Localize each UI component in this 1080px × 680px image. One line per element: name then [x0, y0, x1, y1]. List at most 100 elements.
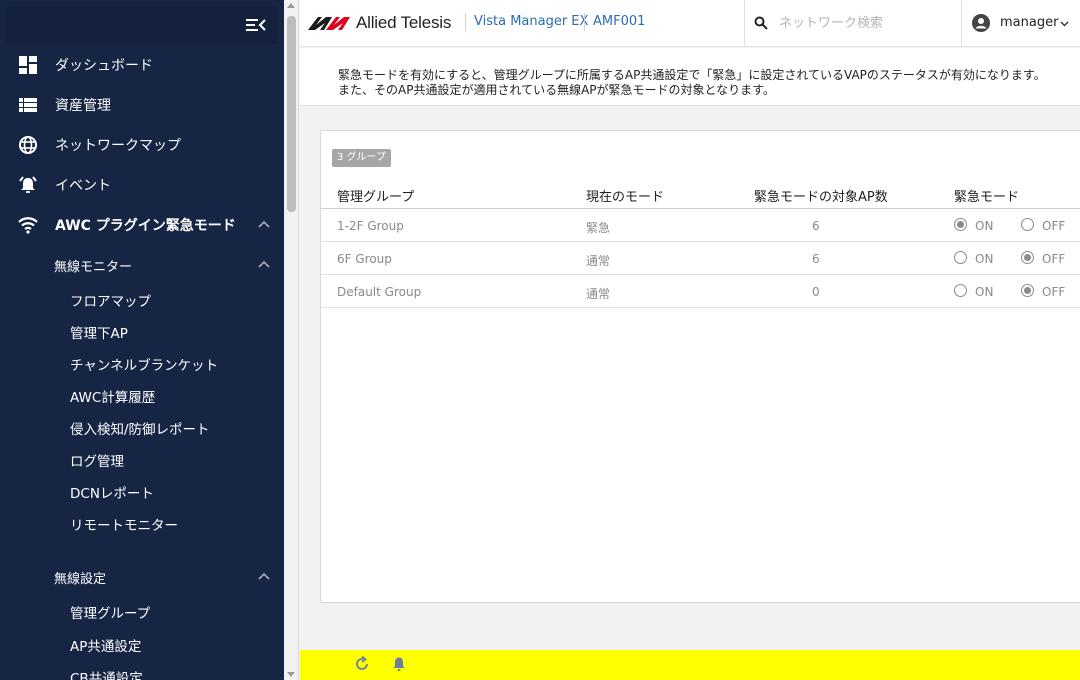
- sidebar-group-wireless-settings[interactable]: 無線設定: [0, 561, 284, 593]
- info-text-line-2: また、そのAP共通設定が適用されている無線APが緊急モードの対象となります。: [338, 83, 775, 97]
- emergency-on-radio[interactable]: [954, 251, 967, 264]
- header-divider: [465, 13, 466, 31]
- sidebar-item-label: AWC プラグイン緊急モード: [55, 218, 236, 234]
- sidebar-item-intrusion-report[interactable]: 侵入検知/防御レポート: [0, 413, 284, 443]
- refresh-icon[interactable]: [354, 656, 370, 672]
- emergency-off-radio[interactable]: [1021, 251, 1034, 264]
- sidebar-item-log-management[interactable]: ログ管理: [0, 445, 284, 475]
- cell-group: 6F Group: [337, 252, 392, 266]
- sidebar-item-label: 管理グループ: [70, 606, 151, 622]
- chevron-down-icon: [1060, 21, 1069, 27]
- sidebar-top-bar: [6, 6, 278, 44]
- sidebar-item-ap-common-settings[interactable]: AP共通設定: [0, 630, 284, 660]
- cell-ap-count: 6: [812, 219, 820, 233]
- radio-label-off: OFF: [1042, 252, 1066, 266]
- table-row: 6F Group 通常 6 ON OFF: [321, 242, 1080, 275]
- allied-telesis-logo-icon: [308, 17, 350, 30]
- sidebar-item-label: DCNレポート: [70, 486, 154, 502]
- scroll-up-arrow-icon[interactable]: [287, 3, 295, 8]
- top-header: Allied Telesis Vista Manager EX AMF001 m…: [300, 0, 1080, 47]
- network-search: [744, 0, 962, 47]
- sidebar-item-remote-monitor[interactable]: リモートモニター: [0, 509, 284, 539]
- sidebar-item-events[interactable]: イベント: [0, 165, 284, 205]
- emergency-on-radio[interactable]: [954, 218, 967, 231]
- sidebar-item-awc-history[interactable]: AWC計算履歴: [0, 381, 284, 411]
- bell-icon[interactable]: [391, 656, 407, 672]
- sidebar-item-label: AWC計算履歴: [70, 390, 156, 406]
- table-row: Default Group 通常 0 ON OFF: [321, 275, 1080, 308]
- chevron-up-icon[interactable]: [258, 259, 270, 271]
- sidebar-item-dcn-report[interactable]: DCNレポート: [0, 477, 284, 507]
- sidebar-item-label: チャンネルブランケット: [70, 358, 219, 374]
- search-input[interactable]: [779, 12, 949, 34]
- scroll-thumb[interactable]: [287, 16, 296, 212]
- sidebar-item-label: 管理下AP: [70, 326, 128, 342]
- brand-logo[interactable]: Allied Telesis: [308, 12, 451, 34]
- sidebar-item-label: イベント: [55, 178, 111, 194]
- emergency-off-radio[interactable]: [1021, 284, 1034, 297]
- alarm-icon: [19, 176, 37, 193]
- sidebar-item-channel-blanket[interactable]: チャンネルブランケット: [0, 349, 284, 379]
- radio-label-on: ON: [975, 252, 994, 266]
- sidebar-item-label: AP共通設定: [70, 639, 142, 655]
- sidebar-item-floor-map[interactable]: フロアマップ: [0, 285, 284, 315]
- sidebar-item-label: フロアマップ: [70, 294, 151, 310]
- cell-mode: 緊急: [586, 221, 611, 235]
- sidebar-group-label: 無線設定: [54, 571, 107, 587]
- chevron-up-icon[interactable]: [258, 571, 270, 583]
- sidebar-item-label: 資産管理: [55, 98, 111, 114]
- product-link[interactable]: Vista Manager EX: [474, 14, 588, 29]
- status-footer: [300, 650, 1080, 680]
- sidebar-item-network-map[interactable]: ネットワークマップ: [0, 125, 284, 165]
- info-banner: 緊急モードを有効にすると、管理グループに所属するAP共通設定で「緊急」に設定され…: [300, 48, 1080, 106]
- cell-ap-count: 6: [812, 252, 820, 266]
- sidebar-item-label: ログ管理: [70, 454, 124, 470]
- cell-group: Default Group: [337, 285, 422, 299]
- group-count-badge: 3 グループ: [332, 149, 391, 167]
- cell-mode: 通常: [586, 287, 611, 301]
- sidebar-item-awc-emergency[interactable]: AWC プラグイン緊急モード: [0, 205, 284, 245]
- sidebar-group-label: 無線モニター: [54, 259, 133, 275]
- sidebar-item-label: ネットワークマップ: [55, 138, 181, 154]
- user-name: manager: [1000, 15, 1059, 30]
- emergency-off-radio[interactable]: [1021, 218, 1034, 231]
- cell-group: 1-2F Group: [337, 219, 404, 233]
- column-header-ap-count: 緊急モードの対象AP数: [754, 190, 888, 205]
- list-icon: [19, 98, 37, 112]
- brand-name: Allied Telesis: [356, 13, 452, 32]
- sidebar-item-managed-ap[interactable]: 管理下AP: [0, 317, 284, 347]
- node-link[interactable]: AMF001: [593, 14, 645, 29]
- sidebar-item-label: リモートモニター: [70, 518, 178, 534]
- sidebar-scrollbar[interactable]: [284, 0, 299, 680]
- globe-icon: [19, 136, 37, 154]
- chevron-up-icon[interactable]: [258, 219, 270, 231]
- scroll-down-arrow-icon[interactable]: [287, 672, 295, 677]
- radio-label-off: OFF: [1042, 285, 1066, 299]
- dashboard-icon: [19, 56, 37, 74]
- sidebar: ダッシュボード 資産管理 ネットワークマップ イベント AWC プラグイン緊急モ…: [0, 0, 284, 680]
- sidebar-item-label: 侵入検知/防御レポート: [70, 422, 210, 438]
- column-header-emergency-mode: 緊急モード: [954, 190, 1020, 205]
- sidebar-item-assets[interactable]: 資産管理: [0, 85, 284, 125]
- radio-label-on: ON: [975, 219, 994, 233]
- search-icon[interactable]: [754, 16, 768, 30]
- sidebar-item-dashboard[interactable]: ダッシュボード: [0, 45, 284, 85]
- sidebar-item-management-group[interactable]: 管理グループ: [0, 597, 284, 627]
- emergency-mode-panel: 3 グループ 管理グループ 現在のモード 緊急モードの対象AP数 緊急モード 1…: [320, 130, 1080, 603]
- column-header-group: 管理グループ: [337, 190, 415, 205]
- user-menu[interactable]: manager: [972, 0, 1080, 47]
- radio-label-off: OFF: [1042, 219, 1066, 233]
- sidebar-group-wireless-monitor[interactable]: 無線モニター: [0, 249, 284, 281]
- user-avatar-icon: [972, 14, 990, 32]
- header-divider: [584, 13, 585, 31]
- emergency-on-radio[interactable]: [954, 284, 967, 297]
- radio-label-on: ON: [975, 285, 994, 299]
- column-header-current-mode: 現在のモード: [586, 190, 665, 205]
- cell-ap-count: 0: [812, 285, 820, 299]
- table-row: 1-2F Group 緊急 6 ON OFF: [321, 209, 1080, 242]
- cell-mode: 通常: [586, 254, 611, 268]
- wifi-icon: [18, 217, 38, 234]
- sidebar-item-label: ダッシュボード: [55, 58, 153, 74]
- sidebar-item-cb-common-settings[interactable]: CB共通設定: [0, 662, 284, 680]
- menu-collapse-icon[interactable]: [246, 17, 266, 33]
